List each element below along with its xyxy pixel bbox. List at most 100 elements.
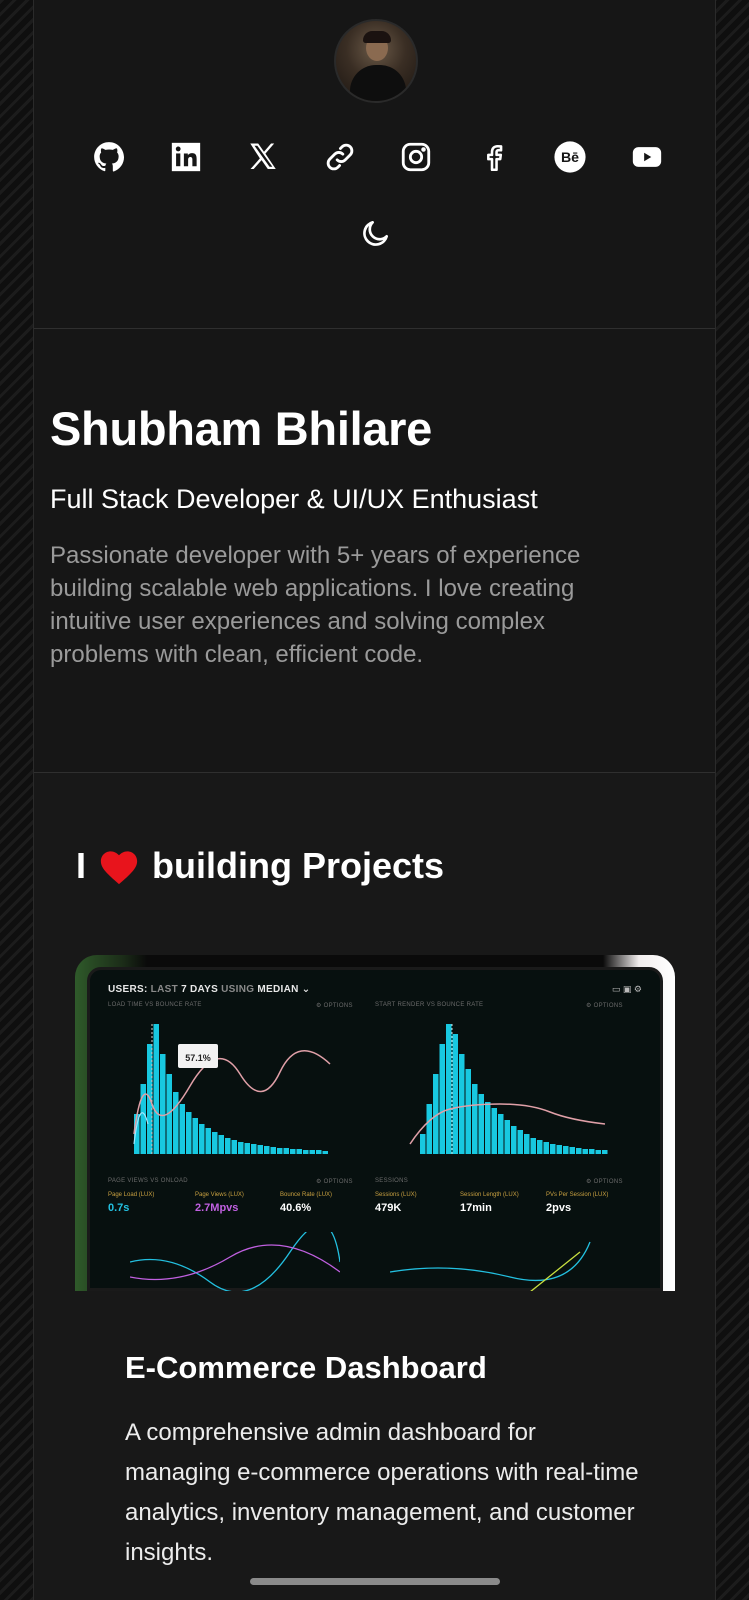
heart-icon — [100, 851, 138, 885]
histogram-bar — [225, 1138, 231, 1154]
histogram-bar — [504, 1120, 510, 1154]
metric-label: Session Length (LUX) — [460, 1192, 519, 1198]
svg-text:Bē: Bē — [561, 150, 579, 166]
histogram-bar — [524, 1134, 530, 1154]
histogram-bar — [270, 1147, 276, 1154]
profile-name: Shubham Bhilare — [50, 402, 433, 455]
histogram-bar — [179, 1104, 185, 1154]
link-icon[interactable] — [320, 137, 360, 177]
histogram-bar — [199, 1124, 205, 1154]
histogram-bar — [446, 1024, 452, 1154]
dashboard-screen: USERS: LAST 7 DAYS USING MEDIAN ⌄ ▭ ▣ ⚙ … — [87, 967, 663, 1291]
histogram-bar — [543, 1142, 549, 1154]
histogram-bar — [426, 1104, 432, 1154]
behance-icon[interactable]: Bē — [550, 137, 590, 177]
project-image[interactable]: USERS: LAST 7 DAYS USING MEDIAN ⌄ ▭ ▣ ⚙ … — [75, 955, 675, 1291]
heading-prefix: I — [76, 845, 87, 886]
metric-label: Page Load (LUX) — [108, 1192, 155, 1198]
histogram-bar — [485, 1102, 491, 1154]
facebook-icon[interactable] — [473, 137, 513, 177]
right-panel-label: START RENDER VS BOUNCE RATE — [375, 1002, 484, 1008]
histogram-bar — [576, 1148, 582, 1154]
histogram-bar — [439, 1044, 445, 1154]
metric-value: 0.7s — [108, 1202, 130, 1214]
metric-label: Page Views (LUX) — [195, 1192, 244, 1198]
projects-heading: I building Projects — [76, 845, 444, 887]
histogram-bar — [173, 1092, 179, 1154]
histogram-bar — [244, 1143, 250, 1154]
project-description: A comprehensive admin dashboard for mana… — [125, 1419, 639, 1566]
histogram-bar — [251, 1144, 257, 1154]
projects-section: I building Projects USERS: LAST 7 DAYS U… — [34, 773, 715, 1600]
dashboard-title: USERS: LAST 7 DAYS USING MEDIAN ⌄ — [108, 984, 311, 995]
callout-value: 57.1% — [185, 1053, 211, 1063]
metric-label: PVs Per Session (LUX) — [546, 1192, 609, 1198]
avatar[interactable] — [334, 19, 418, 103]
histogram-bar — [309, 1150, 315, 1154]
histogram-bar — [218, 1135, 224, 1154]
heading-suffix: building Projects — [152, 845, 445, 886]
github-icon[interactable] — [89, 137, 129, 177]
metric-value: 2.7Mpvs — [195, 1202, 239, 1214]
histogram-bar — [257, 1145, 263, 1154]
histogram-bar — [478, 1094, 484, 1154]
histogram-bar — [238, 1142, 244, 1154]
histogram-bar — [537, 1140, 543, 1154]
histogram-bar — [296, 1149, 302, 1154]
theme-toggle-button[interactable] — [356, 213, 396, 253]
metric-value: 2pvs — [546, 1202, 572, 1214]
histogram-bar — [472, 1084, 478, 1154]
youtube-icon[interactable] — [627, 137, 667, 177]
histogram-bar — [595, 1150, 601, 1154]
home-indicator[interactable] — [250, 1578, 500, 1585]
content-column: Bē Shubham Bhilare Full Stack Developer … — [33, 0, 716, 1600]
social-links: Bē — [89, 137, 667, 177]
histogram-bar — [316, 1150, 322, 1154]
histogram-bar — [153, 1024, 159, 1154]
histogram-bar — [231, 1140, 237, 1154]
histogram-bar — [205, 1128, 211, 1154]
x-icon[interactable] — [243, 137, 283, 177]
histogram-bar — [511, 1126, 517, 1154]
left-options-label: ⚙ OPTIONS — [316, 1003, 353, 1009]
histogram-bar — [491, 1108, 497, 1154]
instagram-icon[interactable] — [396, 137, 436, 177]
dashboard-window-icons: ▭ ▣ ⚙ — [611, 984, 642, 994]
profile-bio: Passionate developer with 5+ years of ex… — [50, 542, 581, 668]
histogram-bar — [283, 1148, 289, 1154]
linkedin-icon[interactable] — [166, 137, 206, 177]
histogram-bar — [186, 1112, 192, 1154]
page: Bē Shubham Bhilare Full Stack Developer … — [0, 0, 749, 1600]
avatar-body — [350, 65, 406, 101]
metric-label: Sessions (LUX) — [375, 1192, 417, 1198]
moon-icon — [363, 221, 388, 246]
histogram-bar — [550, 1144, 556, 1154]
histogram-bar — [498, 1114, 504, 1154]
histogram-bar — [420, 1134, 426, 1154]
right-histogram — [409, 1024, 608, 1154]
avatar-hair — [363, 31, 391, 43]
histogram-bar — [290, 1149, 296, 1154]
histogram-bar — [322, 1151, 328, 1154]
intro-section: Shubham Bhilare Full Stack Developer & U… — [34, 329, 715, 773]
histogram-bar — [277, 1148, 283, 1154]
lower-left-panel-label: PAGE VIEWS VS ONLOAD — [108, 1178, 188, 1184]
histogram-bar — [212, 1132, 218, 1154]
histogram-bar — [459, 1054, 465, 1154]
left-histogram: 57.1% — [133, 1024, 331, 1154]
metric-value: 479K — [375, 1202, 402, 1214]
profile-role: Full Stack Developer & UI/UX Enthusiast — [50, 484, 538, 514]
histogram-bar — [303, 1150, 309, 1154]
histogram-bar — [589, 1149, 595, 1154]
right-options-label: ⚙ OPTIONS — [586, 1003, 623, 1009]
metric-value: 40.6% — [280, 1202, 312, 1214]
metric-label: Bounce Rate (LUX) — [280, 1192, 333, 1198]
histogram-bar — [563, 1146, 569, 1154]
lower-left-options-label: ⚙ OPTIONS — [316, 1179, 353, 1185]
histogram-bar — [556, 1145, 562, 1154]
lower-right-lines — [390, 1241, 591, 1291]
lower-right-options-label: ⚙ OPTIONS — [586, 1179, 623, 1185]
histogram-bar — [582, 1149, 588, 1154]
histogram-bar — [264, 1146, 270, 1154]
project-title[interactable]: E-Commerce Dashboard — [125, 1350, 487, 1386]
